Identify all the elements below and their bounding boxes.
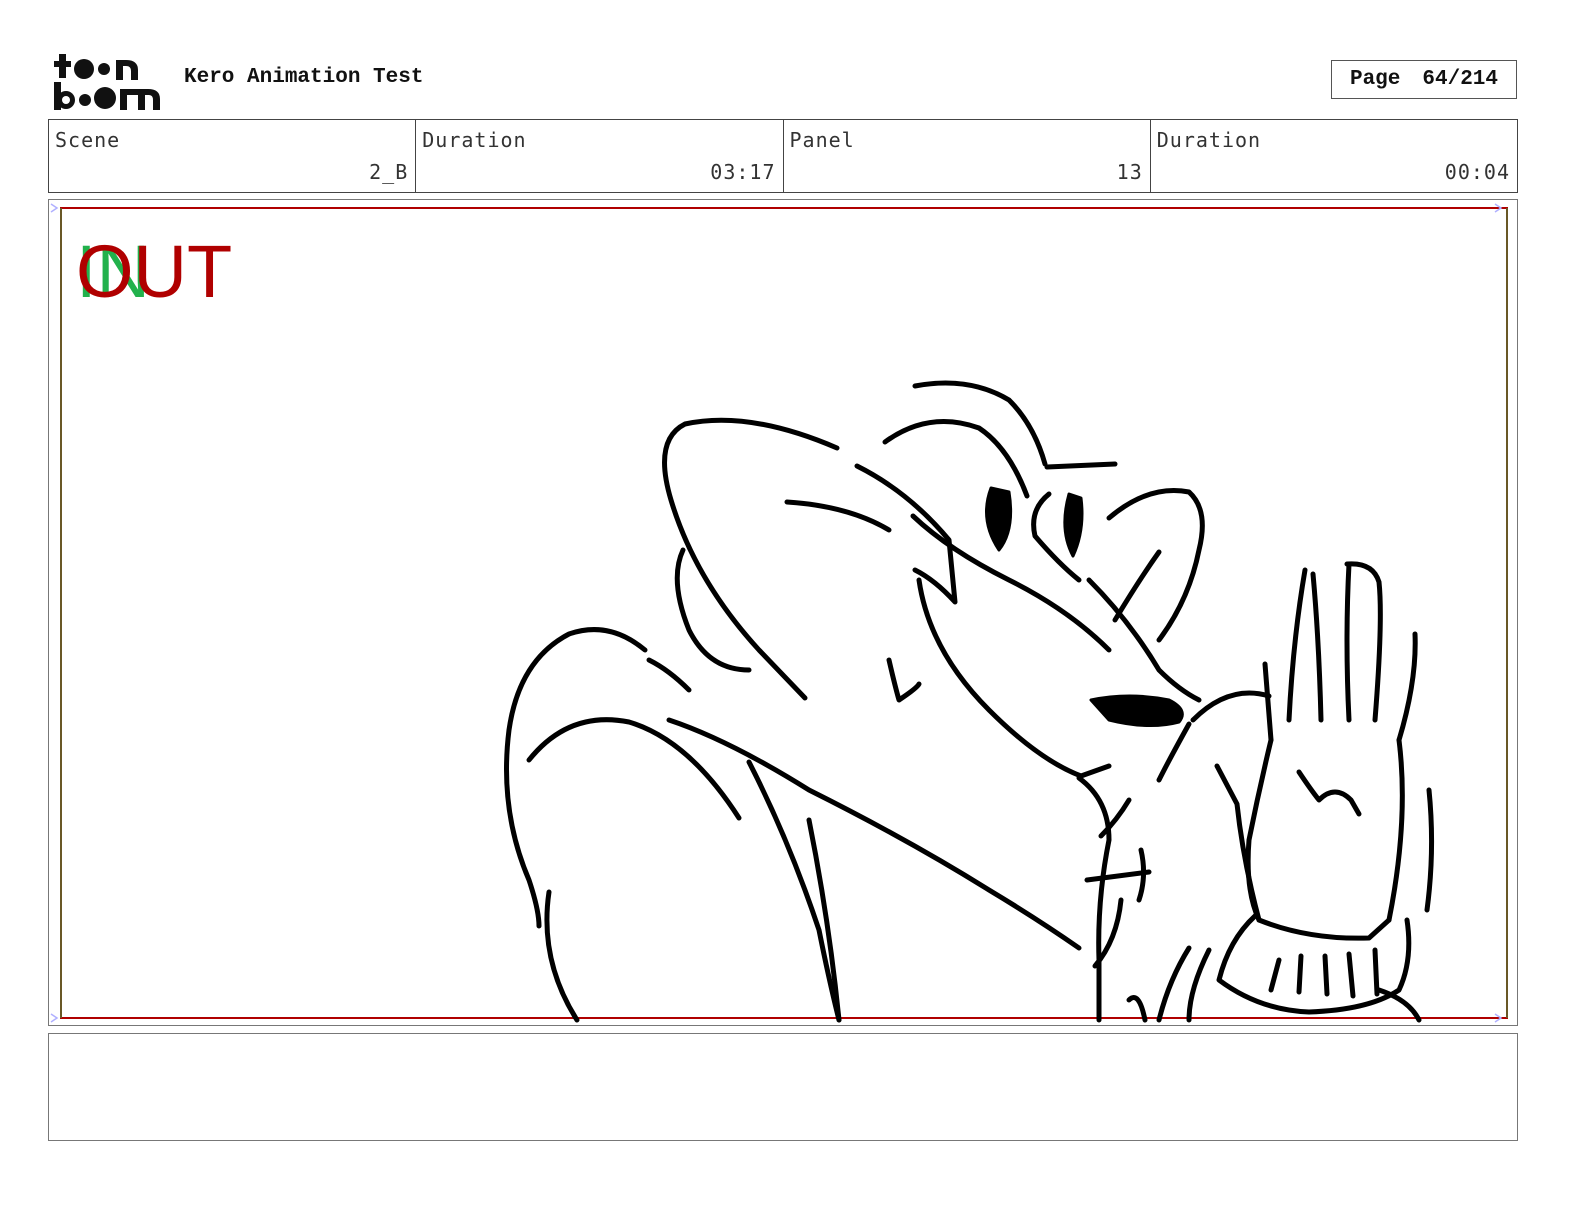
page-indicator: Page 64/214	[1331, 60, 1517, 99]
scene-label: Scene	[55, 128, 121, 152]
out-marker: OUT	[76, 230, 232, 313]
page-value: 64/214	[1422, 68, 1499, 91]
project-title: Kero Animation Test	[184, 66, 424, 89]
toon-boom-logo-icon	[52, 50, 164, 114]
corner-marks	[50, 203, 1503, 1023]
panel-canvas: IN OUT	[50, 203, 1508, 1023]
panel-duration-label: Duration	[1156, 128, 1262, 152]
scene-duration-label: Duration	[422, 128, 527, 152]
panel-caption	[48, 1033, 1518, 1141]
scene-duration-cell: Duration 03:17	[416, 120, 784, 192]
scene-duration-value: 03:17	[710, 160, 776, 184]
panel-label: Panel	[789, 128, 855, 152]
character-sketch-icon	[504, 380, 1435, 1023]
scene-info-table: Scene 2_B Duration 03:17 Panel 13 Durati…	[48, 119, 1518, 193]
scene-value: 2_B	[369, 160, 409, 184]
safe-frame	[60, 207, 1508, 1019]
panel-duration-value: 00:04	[1444, 160, 1510, 184]
scene-cell: Scene 2_B	[49, 120, 417, 192]
panel-value: 13	[1116, 160, 1143, 184]
panel-cell: Panel 13	[784, 120, 1151, 192]
page-label: Page	[1349, 68, 1401, 91]
panel-duration-cell: Duration 00:04	[1151, 120, 1517, 192]
storyboard-panel: IN OUT	[48, 199, 1518, 1026]
